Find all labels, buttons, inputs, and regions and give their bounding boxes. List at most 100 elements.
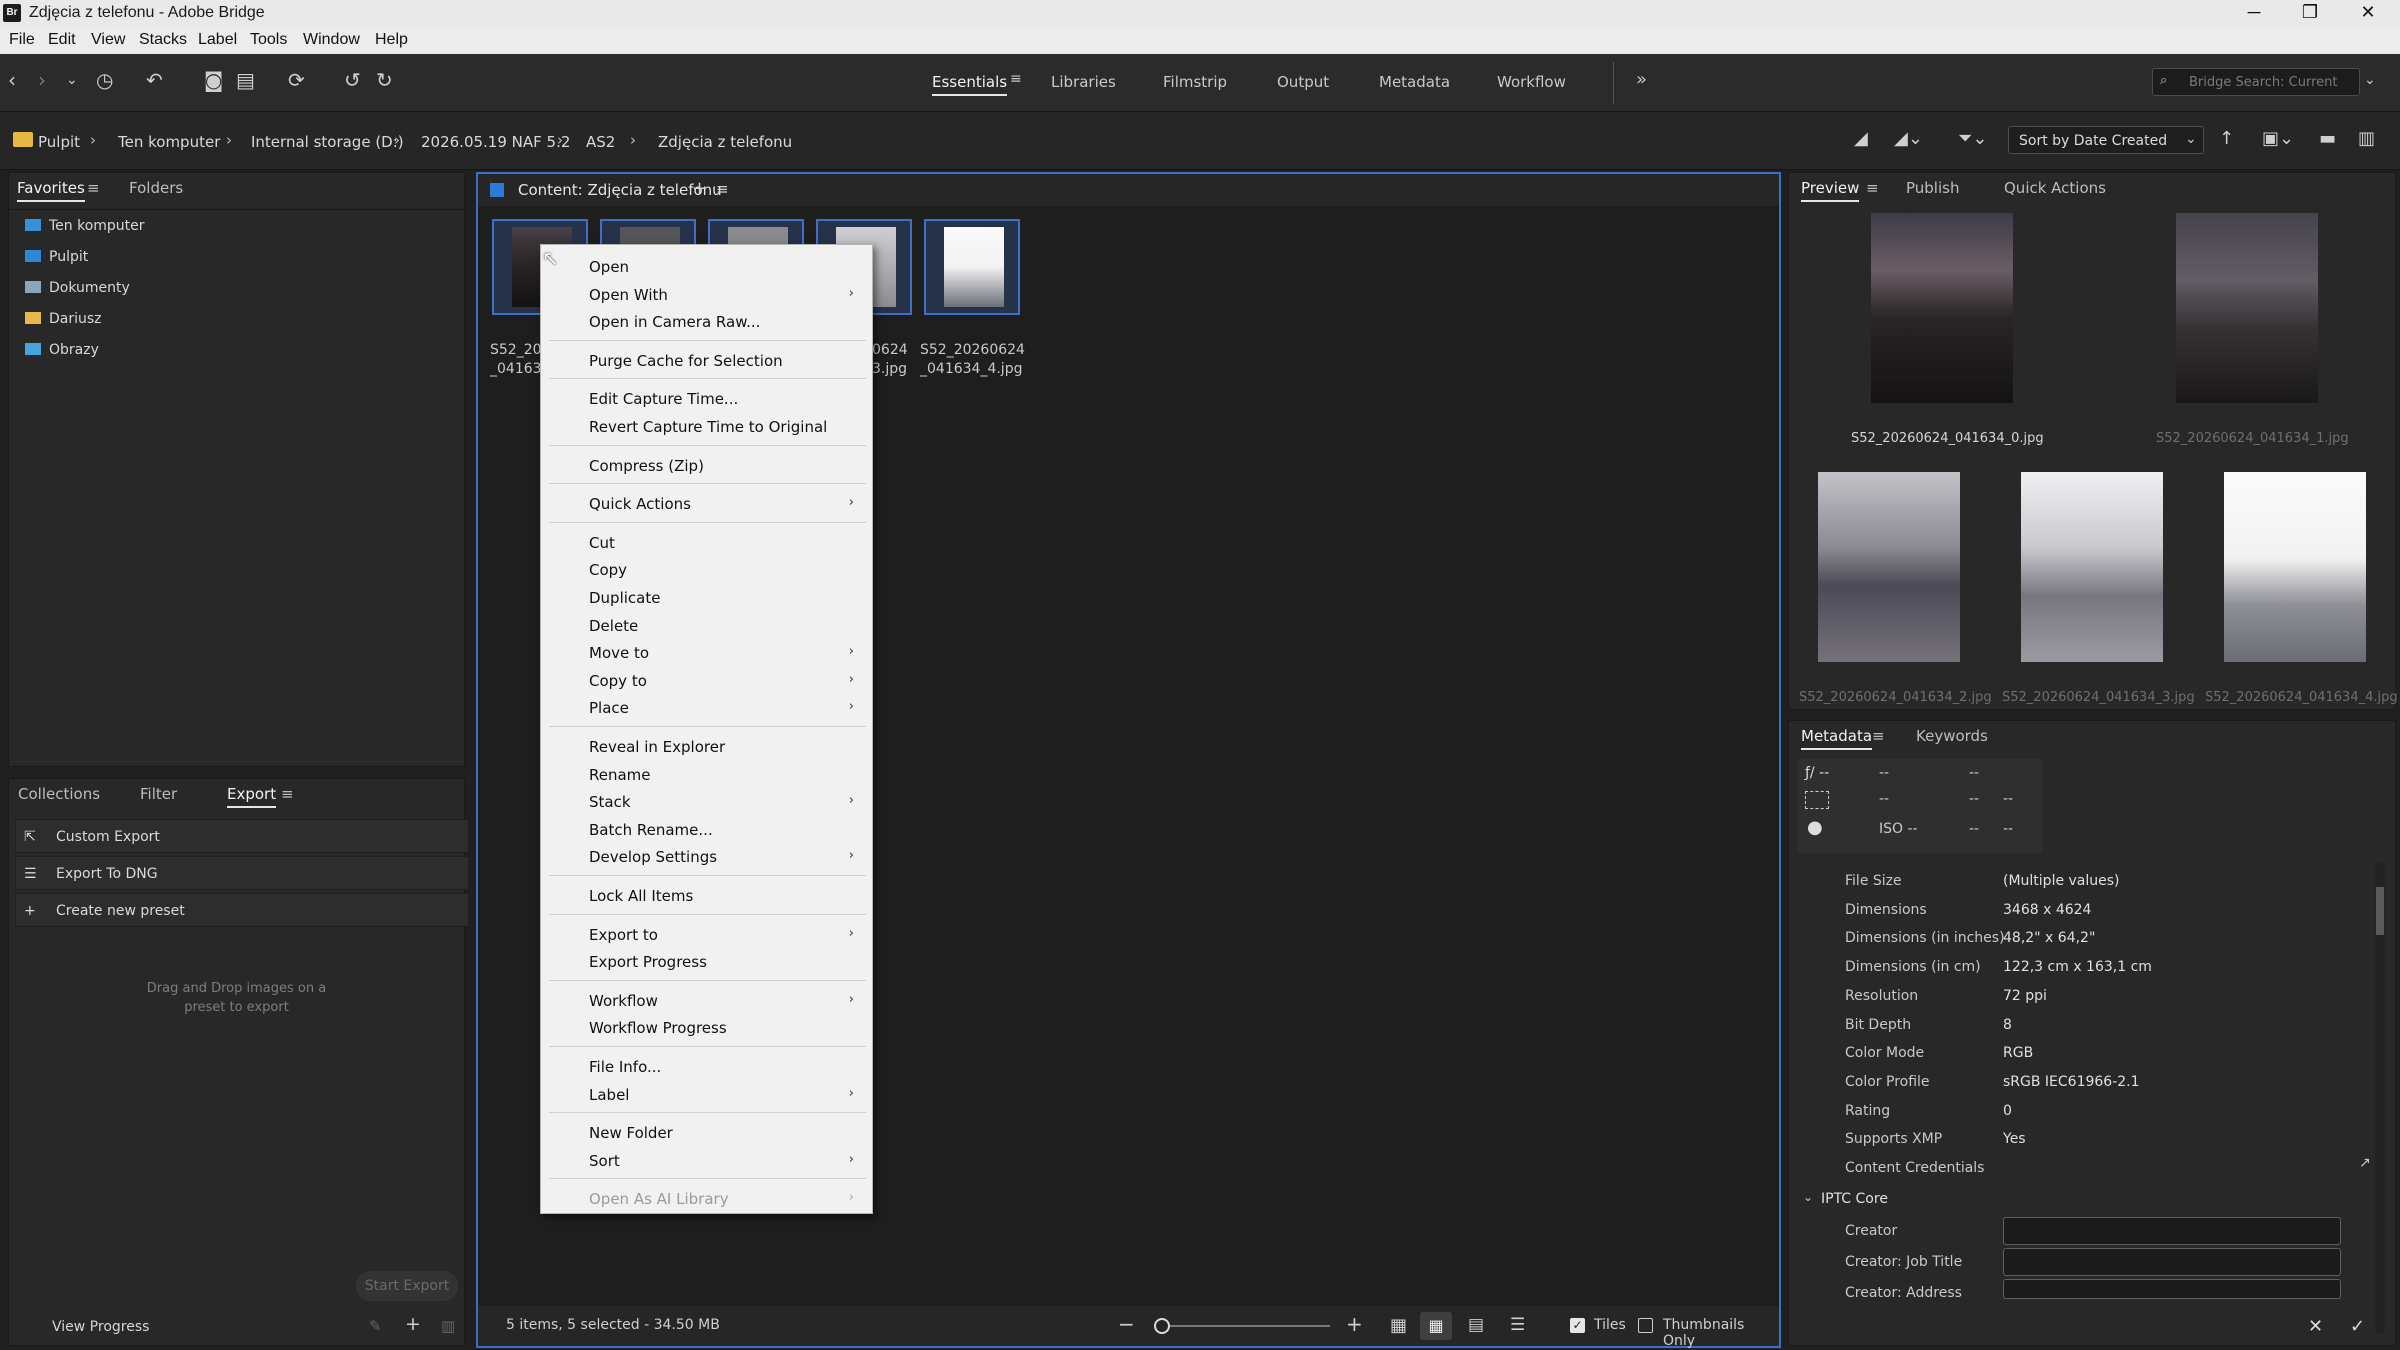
- menu-help[interactable]: Help: [375, 31, 408, 49]
- sort-direction-icon[interactable]: ↑: [2219, 128, 2234, 149]
- breadcrumb-naf-folder[interactable]: 2026.05.19 NAF 5.2: [421, 133, 570, 151]
- search-input[interactable]: Bridge Search: Current: [2189, 75, 2338, 90]
- tab-keywords[interactable]: Keywords: [1916, 727, 1988, 745]
- context-menu-item-lock-all-items[interactable]: Lock All Items: [541, 882, 872, 910]
- sort-dropdown[interactable]: Sort by Date Created ⌄: [2008, 126, 2204, 154]
- panel-menu-icon[interactable]: ≡: [87, 179, 100, 197]
- tab-quick-actions[interactable]: Quick Actions: [2004, 179, 2106, 197]
- favorite-dariusz[interactable]: Dariusz: [25, 311, 102, 327]
- chevron-down-icon[interactable]: ⌄: [1803, 1190, 1813, 1204]
- filter-icon[interactable]: ⏷⌄: [1958, 128, 1987, 149]
- new-folder-icon[interactable]: ▬: [2319, 128, 2336, 149]
- favorite-ten-komputer[interactable]: Ten komputer: [25, 218, 145, 234]
- context-menu-item-batch-rename[interactable]: Batch Rename...: [541, 816, 872, 844]
- workspace-output[interactable]: Output: [1277, 73, 1329, 91]
- context-menu-item-stack[interactable]: Stack ›: [541, 788, 872, 816]
- thumbnail-size-slider[interactable]: [1160, 1325, 1330, 1327]
- tab-preview[interactable]: Preview: [1801, 179, 1860, 202]
- context-menu-item-edit-capture-time[interactable]: Edit Capture Time...: [541, 385, 872, 413]
- trash-icon[interactable]: ▥: [441, 1317, 455, 1335]
- iptc-field-input[interactable]: [2003, 1217, 2341, 1245]
- preview-image-0[interactable]: [1871, 213, 2013, 403]
- back-icon[interactable]: ‹: [8, 68, 16, 92]
- context-menu-item-open[interactable]: Open: [541, 253, 872, 281]
- forward-icon[interactable]: ›: [38, 68, 46, 92]
- context-menu-item-workflow[interactable]: Workflow ›: [541, 987, 872, 1015]
- context-menu-item-revert-capture-time-to-original[interactable]: Revert Capture Time to Original: [541, 413, 872, 441]
- create-preset[interactable]: + Create new preset: [15, 893, 469, 927]
- iptc-core-header[interactable]: IPTC Core: [1821, 1191, 1888, 1207]
- external-link-icon[interactable]: ↗: [2359, 1155, 2371, 1171]
- panel-menu-icon[interactable]: ≡: [281, 785, 294, 803]
- start-export-button[interactable]: Start Export: [356, 1271, 458, 1301]
- context-menu-item-export-progress[interactable]: Export Progress: [541, 948, 872, 976]
- rating-filter-icon[interactable]: ◢⌄: [1894, 128, 1923, 149]
- favorite-obrazy[interactable]: Obrazy: [25, 342, 99, 358]
- menu-file[interactable]: File: [9, 31, 35, 49]
- tiles-checkbox[interactable]: ✓: [1570, 1318, 1585, 1333]
- workspace-metadata[interactable]: Metadata: [1379, 73, 1450, 91]
- iptc-field-input[interactable]: [2003, 1279, 2341, 1299]
- context-menu-item-cut[interactable]: Cut: [541, 529, 872, 557]
- scrollbar-thumb[interactable]: [2376, 887, 2384, 935]
- apply-icon[interactable]: ✓: [2350, 1316, 2365, 1337]
- tab-collections[interactable]: Collections: [18, 785, 100, 803]
- menu-stacks[interactable]: Stacks: [139, 31, 187, 49]
- context-menu-item-open-in-camera-raw[interactable]: Open in Camera Raw...: [541, 308, 872, 336]
- view-progress-link[interactable]: View Progress: [52, 1319, 149, 1335]
- rotate-right-icon[interactable]: ↻: [376, 68, 393, 92]
- context-menu-item-purge-cache-for-selection[interactable]: Purge Cache for Selection: [541, 347, 872, 375]
- workspace-menu-icon[interactable]: ≡: [1010, 71, 1022, 87]
- preview-image-1[interactable]: [2176, 213, 2318, 403]
- recent-history-icon[interactable]: ◷: [96, 68, 113, 92]
- more-workspaces-icon[interactable]: »: [1636, 69, 1647, 90]
- workspace-essentials[interactable]: Essentials: [932, 73, 1008, 96]
- zoom-in-icon[interactable]: +: [1346, 1312, 1363, 1336]
- export-to-dng[interactable]: ☰ Export To DNG: [15, 856, 469, 890]
- breadcrumb-internal-storage[interactable]: Internal storage (D:): [251, 133, 404, 151]
- preview-image-4[interactable]: [2224, 472, 2366, 662]
- context-menu-item-delete[interactable]: Delete: [541, 612, 872, 640]
- grid-lock-icon[interactable]: ▦: [1390, 1315, 1407, 1336]
- menu-edit[interactable]: Edit: [48, 31, 76, 49]
- panel-menu-icon[interactable]: ≡: [1872, 727, 1885, 745]
- panel-menu-icon[interactable]: ≡: [716, 180, 729, 198]
- refine-icon[interactable]: ▤: [236, 68, 255, 92]
- quality-icon[interactable]: ◢: [1854, 128, 1868, 149]
- tab-favorites[interactable]: Favorites: [17, 179, 85, 202]
- tab-export[interactable]: Export: [227, 785, 277, 808]
- menu-tools[interactable]: Tools: [250, 31, 287, 49]
- workspace-filmstrip[interactable]: Filmstrip: [1163, 73, 1227, 91]
- breadcrumb-as2[interactable]: AS2: [586, 133, 615, 151]
- context-menu-item-quick-actions[interactable]: Quick Actions ›: [541, 490, 872, 518]
- tab-metadata[interactable]: Metadata: [1801, 727, 1873, 750]
- context-menu-item-workflow-progress[interactable]: Workflow Progress: [541, 1014, 872, 1042]
- minimize-button[interactable]: ─: [2234, 2, 2274, 23]
- scrollbar[interactable]: [2375, 863, 2385, 1333]
- maximize-button[interactable]: ❐: [2290, 2, 2330, 23]
- context-menu-item-copy-to[interactable]: Copy to ›: [541, 667, 872, 695]
- context-menu-item-file-info[interactable]: File Info...: [541, 1053, 872, 1081]
- thumbnail-4[interactable]: [924, 219, 1020, 315]
- search-field[interactable]: ⌕ Bridge Search: Current: [2152, 68, 2360, 96]
- menu-label[interactable]: Label: [198, 31, 237, 49]
- return-icon[interactable]: ↶: [146, 68, 163, 92]
- context-menu-item-compress-zip[interactable]: Compress (Zip): [541, 452, 872, 480]
- menu-window[interactable]: Window: [303, 31, 360, 49]
- context-menu-item-duplicate[interactable]: Duplicate: [541, 584, 872, 612]
- tab-publish[interactable]: Publish: [1906, 179, 1959, 197]
- chevron-down-icon[interactable]: ⌄: [66, 72, 78, 88]
- workspace-workflow[interactable]: Workflow: [1497, 73, 1566, 91]
- context-menu-item-sort[interactable]: Sort ›: [541, 1147, 872, 1175]
- breadcrumb-ten-komputer[interactable]: Ten komputer: [118, 133, 220, 151]
- cancel-icon[interactable]: ✕: [2308, 1316, 2323, 1337]
- tab-folders[interactable]: Folders: [129, 179, 183, 197]
- preview-image-2[interactable]: [1818, 472, 1960, 662]
- context-menu-item-reveal-in-explorer[interactable]: Reveal in Explorer: [541, 733, 872, 761]
- open-recent-icon[interactable]: ⟳: [288, 68, 305, 92]
- add-icon[interactable]: +: [405, 1313, 421, 1335]
- delete-icon[interactable]: ▥: [2358, 128, 2375, 149]
- details-view-icon[interactable]: ▤: [1468, 1315, 1484, 1335]
- panel-menu-icon[interactable]: ≡: [1866, 179, 1879, 197]
- list-view-icon[interactable]: ☰: [1510, 1315, 1525, 1335]
